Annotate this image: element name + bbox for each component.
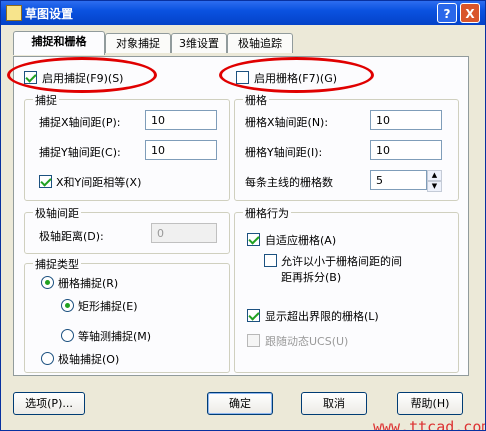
title-bar[interactable]: 草图设置 ? X <box>1 1 485 25</box>
watermark-text: www.ttcad.com <box>373 418 486 431</box>
beyond-limits-checkbox[interactable] <box>247 309 260 322</box>
help-icon[interactable]: ? <box>437 3 457 23</box>
grid-behavior-group: 栅格行为 自适应栅格(A) 允许以小于栅格间距的间 距再拆分(B) 显示超出界限… <box>234 205 459 373</box>
snap-type-title: 捕捉类型 <box>33 256 81 272</box>
polar-snap-radio[interactable] <box>41 352 54 365</box>
polar-spacing-title: 极轴间距 <box>33 205 81 221</box>
rect-snap-label: 矩形捕捉(E) <box>78 300 138 313</box>
enable-snap-checkbox[interactable] <box>24 71 37 84</box>
iso-snap-radio[interactable] <box>61 329 74 342</box>
options-button[interactable]: 选项(P)... <box>13 392 85 415</box>
snap-x-input[interactable] <box>145 110 217 130</box>
enable-grid-checkbox[interactable] <box>236 71 249 84</box>
enable-grid-label: 启用栅格(F7)(G) <box>254 72 338 85</box>
grid-snap-radio[interactable] <box>41 276 54 289</box>
subdivide-label-1: 允许以小于栅格间距的间 <box>281 255 402 268</box>
drafting-settings-window: 草图设置 ? X 捕捉和栅格 对象捕捉 3维设置 极轴追踪 启用捕捉(F9)(S… <box>0 0 486 431</box>
grid-x-label: 栅格X轴间距(N): <box>245 116 329 129</box>
ok-button[interactable]: 确定 <box>207 392 273 415</box>
snap-y-label: 捕捉Y轴间距(C): <box>39 146 121 159</box>
grid-group: 栅格 栅格X轴间距(N): 栅格Y轴间距(I): 每条主线的栅格数 ▲ ▼ <box>234 92 459 201</box>
follow-ucs-label: 跟随动态UCS(U) <box>265 335 349 348</box>
snap-x-label: 捕捉X轴间距(P): <box>39 116 121 129</box>
equal-xy-checkbox[interactable] <box>39 175 52 188</box>
grid-major-label: 每条主线的栅格数 <box>245 176 333 189</box>
tab-panel: 启用捕捉(F9)(S) 启用栅格(F7)(G) 捕捉 捕捉X轴间距(P): 捕捉… <box>13 56 469 376</box>
snap-group: 捕捉 捕捉X轴间距(P): 捕捉Y轴间距(C): X和Y间距相等(X) <box>24 92 230 201</box>
grid-y-label: 栅格Y轴间距(I): <box>245 146 323 159</box>
polar-distance-input[interactable] <box>151 223 217 243</box>
help-button[interactable]: 帮助(H) <box>397 392 463 415</box>
window-title: 草图设置 <box>25 7 74 21</box>
grid-major-spinner[interactable]: ▲ ▼ <box>426 170 442 192</box>
cancel-button[interactable]: 取消 <box>301 392 367 415</box>
enable-snap-label: 启用捕捉(F9)(S) <box>42 72 124 85</box>
rect-snap-radio[interactable] <box>61 299 74 312</box>
polar-snap-label: 极轴捕捉(O) <box>58 353 120 366</box>
spin-up-icon[interactable]: ▲ <box>427 170 442 181</box>
app-icon <box>6 5 22 21</box>
beyond-limits-label: 显示超出界限的栅格(L) <box>265 310 379 323</box>
subdivide-label-2: 距再拆分(B) <box>281 271 342 284</box>
follow-ucs-checkbox[interactable] <box>247 334 260 347</box>
tab-polar-tracking[interactable]: 极轴追踪 <box>227 33 293 53</box>
grid-group-title: 栅格 <box>243 92 269 108</box>
subdivide-checkbox[interactable] <box>264 254 277 267</box>
snap-type-group: 捕捉类型 栅格捕捉(R) 矩形捕捉(E) 等轴测捕捉(M) 极轴捕捉(O) <box>24 256 230 373</box>
polar-distance-label: 极轴距离(D): <box>39 230 104 243</box>
tab-snap-grid[interactable]: 捕捉和栅格 <box>13 31 105 55</box>
grid-behavior-title: 栅格行为 <box>243 205 291 221</box>
polar-spacing-group: 极轴间距 极轴距离(D): <box>24 205 230 254</box>
tab-3d-settings[interactable]: 3维设置 <box>171 33 227 53</box>
adaptive-grid-checkbox[interactable] <box>247 233 260 246</box>
spin-down-icon[interactable]: ▼ <box>427 181 442 192</box>
snap-group-title: 捕捉 <box>33 92 59 108</box>
grid-snap-label: 栅格捕捉(R) <box>58 277 119 290</box>
tab-object-snap[interactable]: 对象捕捉 <box>105 33 171 53</box>
grid-y-input[interactable] <box>370 140 442 160</box>
adaptive-grid-label: 自适应栅格(A) <box>265 234 337 247</box>
close-icon[interactable]: X <box>460 3 480 23</box>
snap-y-input[interactable] <box>145 140 217 160</box>
equal-xy-label: X和Y间距相等(X) <box>56 176 142 189</box>
iso-snap-label: 等轴测捕捉(M) <box>78 330 152 343</box>
grid-x-input[interactable] <box>370 110 442 130</box>
